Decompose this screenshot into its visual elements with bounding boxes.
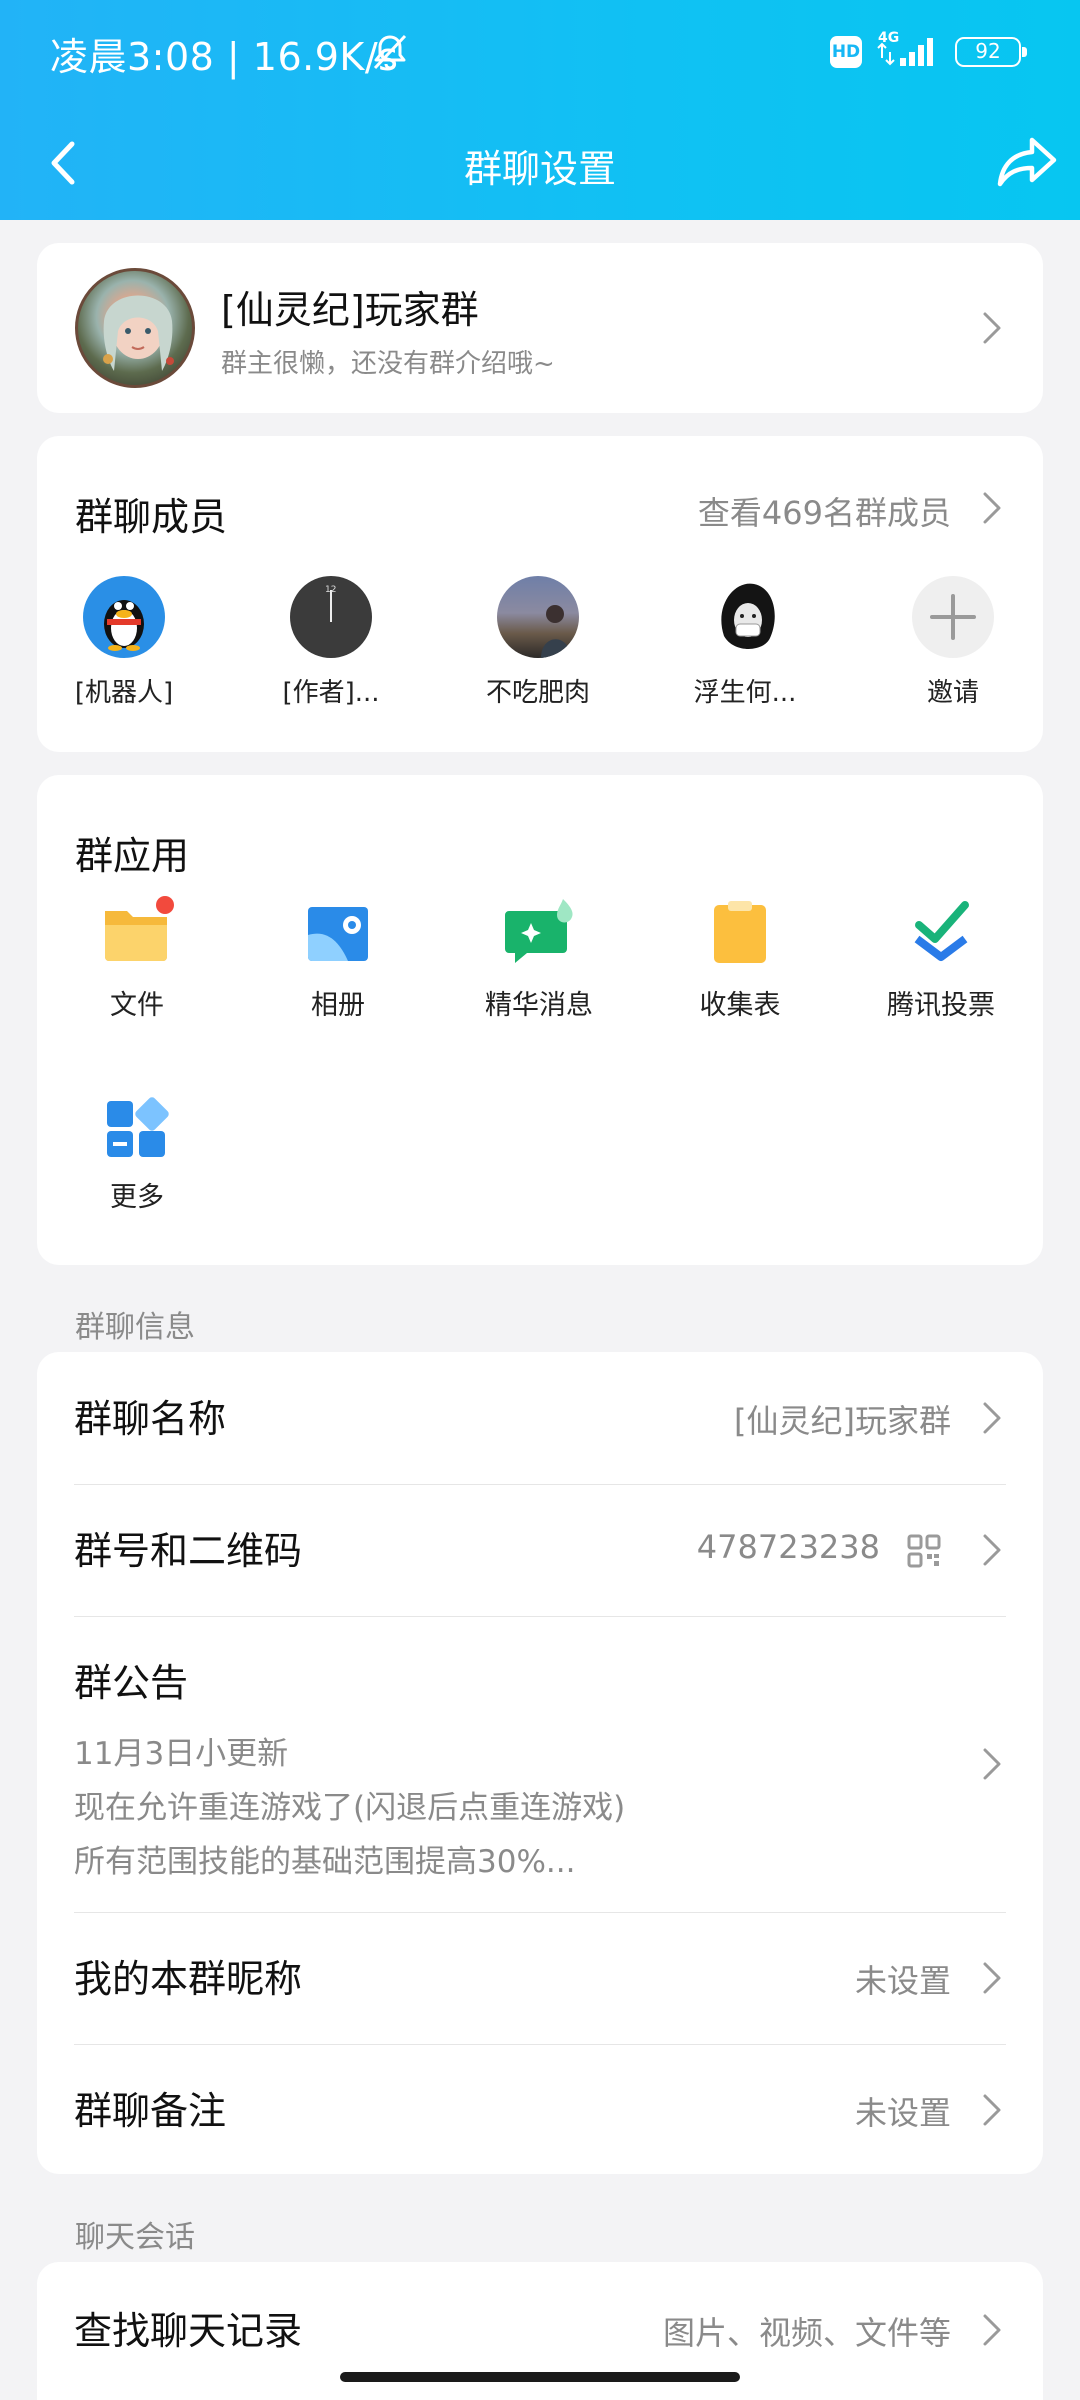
folder-icon [99,895,175,971]
row-title: 群聊名称 [74,1397,227,1441]
app-album[interactable]: 相册 [253,895,423,1022]
member-avatar [704,576,786,658]
group-profile-card[interactable]: [仙灵纪]玩家群 群主很懒，还没有群介绍哦~ [37,243,1043,413]
app-label: 精华消息 [485,990,593,1021]
row-value: 图片、视频、文件等 [662,2314,951,2352]
member-item[interactable]: 不吃肥肉 [463,576,613,709]
section-label-chat: 聊天会话 [75,2220,195,2255]
app-collection-form[interactable]: 收集表 [655,895,825,1022]
home-indicator[interactable] [340,2372,740,2382]
apps-title: 群应用 [75,834,190,878]
clipboard-icon [702,895,778,971]
view-all-members-link[interactable]: 查看469名群成员 [698,488,951,534]
member-avatar [497,576,579,658]
app-files[interactable]: 文件 [52,895,222,1022]
app-more[interactable]: 更多 [52,1087,222,1214]
notice-line: 11月3日小更新 [74,1736,289,1772]
member-name: [机器人] [74,678,174,708]
app-label: 文件 [110,990,164,1021]
masked-person-image [721,583,775,649]
vote-icon [903,895,979,971]
member-item[interactable]: 12 [作者]... [256,576,406,709]
group-avatar [75,268,195,388]
member-item[interactable]: 浮生何... [670,576,820,709]
group-description: 群主很懒，还没有群介绍哦~ [221,349,555,379]
clock-avatar-image: 12 [291,577,371,657]
chevron-right-icon [981,1400,1003,1436]
member-name: 浮生何... [693,678,797,708]
section-label-group-info: 群聊信息 [75,1310,195,1345]
members-card: 群聊成员 查看469名群成员 [机器人] 12 [作者]... 不吃肥肉 浮生何… [37,436,1043,752]
app-label: 更多 [110,1182,164,1213]
row-value: [仙灵纪]玩家群 [734,1402,951,1440]
robot-avatar [83,576,165,658]
status-time: 凌晨3:08 | 16.9K/s [50,35,399,79]
album-icon [300,895,376,971]
row-title: 群聊备注 [74,2089,227,2133]
group-info-card: 群聊名称 [仙灵纪]玩家群 群号和二维码 478723238 群公告 11月3日… [37,1352,1043,2174]
row-title: 群公告 [74,1661,189,1705]
invite-label: 邀请 [926,678,979,708]
person-photo-image [541,605,571,658]
member-name: [作者]... [282,678,380,708]
row-value: 未设置 [854,2094,951,2132]
group-apps-card: 群应用 文件 相册 精华消息 收集表 腾讯投票 更多 [37,775,1043,1265]
chevron-right-icon [981,1532,1003,1568]
row-title: 我的本群昵称 [74,1957,303,2001]
member-item[interactable]: [机器人] [49,576,199,709]
group-number-value: 478723238 [696,1528,880,1566]
chevron-right-icon[interactable] [981,490,1003,526]
row-title: 查找聊天记录 [74,2309,303,2353]
hd-badge: HD [830,36,862,68]
app-label: 腾讯投票 [887,990,995,1021]
navigation-bar: 群聊设置 [0,120,1080,204]
invite-button[interactable]: 邀请 [878,576,1028,709]
group-remark-row[interactable]: 群聊备注 未设置 [37,2044,1043,2174]
app-tencent-vote[interactable]: 腾讯投票 [856,895,1026,1022]
app-essence-messages[interactable]: 精华消息 [454,895,624,1022]
chevron-right-icon [981,2092,1003,2128]
member-avatar: 12 [290,576,372,658]
bell-off-icon [373,34,407,70]
app-label: 相册 [311,990,365,1021]
chevron-right-icon [981,1960,1003,1996]
group-avatar-illustration [103,295,174,371]
header: 凌晨3:08 | 16.9K/s HD 4G 92 群聊设置 [0,0,1080,220]
row-title: 群号和二维码 [74,1529,303,1573]
more-apps-icon [99,1087,175,1163]
share-icon[interactable] [996,134,1058,190]
essence-message-icon [501,895,577,971]
row-value: 未设置 [854,1962,951,2000]
my-nickname-row[interactable]: 我的本群昵称 未设置 [37,1912,1043,2044]
battery-icon: 92 [955,37,1027,67]
penguin-icon [104,600,144,651]
group-name-row[interactable]: 群聊名称 [仙灵纪]玩家群 [37,1352,1043,1484]
chevron-right-icon [981,2312,1003,2348]
signal-icon: 4G [877,30,933,66]
plus-icon [912,576,994,658]
app-label: 收集表 [699,990,781,1021]
page-title: 群聊设置 [463,147,616,191]
notice-line: 现在允许重连游戏了(闪退后点重连游戏) [74,1790,626,1826]
chevron-right-icon [981,310,1003,346]
svg-text:12: 12 [325,585,336,595]
member-name: 不吃肥肉 [485,678,590,708]
group-notice-row[interactable]: 群公告 11月3日小更新 现在允许重连游戏了(闪退后点重连游戏) 所有范围技能的… [37,1616,1043,1912]
group-name: [仙灵纪]玩家群 [221,288,479,332]
chevron-right-icon [981,1746,1003,1782]
notice-line: 所有范围技能的基础范围提高30%... [74,1844,576,1880]
status-bar: 凌晨3:08 | 16.9K/s HD 4G 92 [0,0,1080,100]
group-number-row[interactable]: 群号和二维码 478723238 [37,1484,1043,1616]
members-title: 群聊成员 [75,495,228,539]
qr-code-icon [907,1534,941,1568]
